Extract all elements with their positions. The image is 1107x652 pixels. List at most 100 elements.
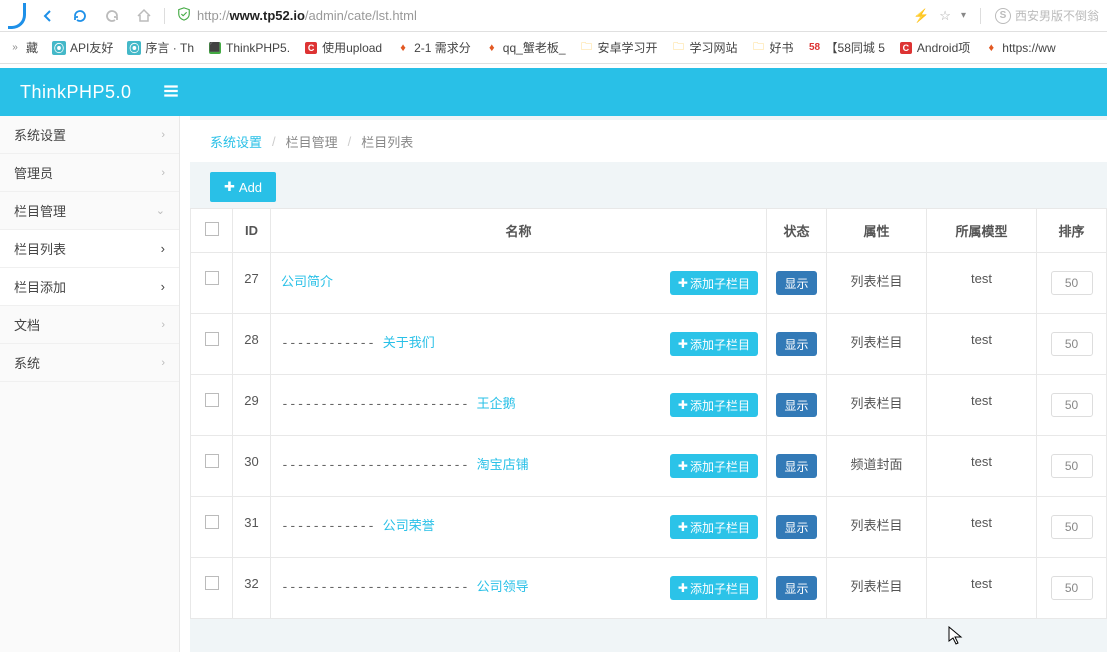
bookmark-icon: 58 — [808, 41, 822, 55]
bookmark-label: qq_蟹老板_ — [503, 39, 566, 56]
plus-icon: ✚ — [678, 398, 688, 412]
back-button[interactable] — [36, 4, 60, 28]
bookmark-item[interactable]: CAndroid项 — [899, 39, 970, 56]
bookmark-icon: ♦ — [485, 41, 499, 55]
content-area: 系统设置 / 栏目管理 / 栏目列表 ✚Add ID 名称 状态 属性 所属模型 — [190, 116, 1107, 652]
bookmark-item[interactable]: ⬛ThinkPHP5. — [208, 41, 290, 55]
menu-toggle-button[interactable] — [162, 82, 180, 103]
state-button[interactable]: 显示 — [776, 332, 816, 356]
add-button[interactable]: ✚Add — [210, 172, 276, 202]
chevron-icon: › — [161, 241, 165, 256]
bookmark-label: 使用upload — [322, 39, 382, 56]
bookmark-item[interactable]: ♦2-1 需求分 — [396, 39, 471, 56]
breadcrumb-sep: / — [348, 134, 352, 149]
bookmark-item[interactable]: ♦ qq_蟹老板_ — [485, 39, 566, 56]
state-button[interactable]: 显示 — [776, 576, 816, 600]
add-subcategory-button[interactable]: ✚添加子栏目 — [670, 271, 758, 295]
bookmark-item[interactable]: »藏 — [8, 39, 38, 56]
sort-input[interactable] — [1051, 271, 1093, 295]
bookmark-item[interactable]: 58【58同城 5 — [808, 39, 885, 56]
breadcrumb-root[interactable]: 系统设置 — [210, 132, 262, 151]
col-name: 名称 — [271, 209, 767, 253]
add-subcategory-button[interactable]: ✚添加子栏目 — [670, 576, 758, 600]
plus-icon: ✚ — [678, 276, 688, 290]
row-name-link[interactable]: 淘宝店铺 — [477, 457, 529, 472]
row-name-link[interactable]: 公司领导 — [477, 579, 529, 594]
bookmark-label: https://ww — [1002, 41, 1055, 55]
row-checkbox[interactable] — [205, 393, 219, 407]
row-checkbox[interactable] — [205, 271, 219, 285]
sidebar-item-label: 系统 — [14, 353, 40, 372]
undo-button[interactable] — [100, 4, 124, 28]
row-id: 28 — [233, 314, 271, 375]
checkbox-all[interactable] — [205, 222, 219, 236]
sidebar-item[interactable]: 栏目管理⌄ — [0, 192, 179, 230]
bookmark-icon: ⦿ — [127, 41, 141, 55]
sort-input[interactable] — [1051, 515, 1093, 539]
breadcrumb-mid: 栏目管理 — [286, 132, 338, 151]
add-subcategory-button[interactable]: ✚添加子栏目 — [670, 393, 758, 417]
row-checkbox[interactable] — [205, 454, 219, 468]
row-id: 31 — [233, 497, 271, 558]
reload-button[interactable] — [68, 4, 92, 28]
state-button[interactable]: 显示 — [776, 515, 816, 539]
row-checkbox[interactable] — [205, 576, 219, 590]
url-bar[interactable]: http://www.tp52.io/admin/cate/lst.html — [177, 4, 905, 28]
add-subcategory-button[interactable]: ✚添加子栏目 — [670, 454, 758, 478]
sidebar-item-label: 文档 — [14, 315, 40, 334]
sidebar-subitem-label: 栏目添加 — [14, 277, 66, 296]
breadcrumb-leaf: 栏目列表 — [361, 132, 413, 151]
bookmark-icon: ⦿ — [52, 41, 66, 55]
row-name-link[interactable]: 公司简介 — [281, 274, 333, 289]
sidebar-subitem[interactable]: 栏目添加› — [0, 268, 179, 306]
row-name-link[interactable]: 关于我们 — [383, 335, 435, 350]
bookmark-item[interactable]: ⦿API友好 — [52, 39, 113, 56]
sort-input[interactable] — [1051, 393, 1093, 417]
row-id: 30 — [233, 436, 271, 497]
sort-input[interactable] — [1051, 332, 1093, 356]
plus-icon: ✚ — [678, 459, 688, 473]
search-engine[interactable]: S 西安男版不倒翁 — [995, 7, 1099, 24]
plus-icon: ✚ — [678, 337, 688, 351]
breadcrumb-sep: / — [272, 134, 276, 149]
sidebar-item[interactable]: 系统设置› — [0, 116, 179, 154]
row-model: test — [927, 558, 1037, 619]
star-icon[interactable]: ☆ — [939, 8, 951, 24]
row-checkbox[interactable] — [205, 515, 219, 529]
bookmark-item[interactable]: ♦https://ww — [984, 41, 1055, 55]
sort-input[interactable] — [1051, 454, 1093, 478]
add-subcategory-button[interactable]: ✚添加子栏目 — [670, 515, 758, 539]
state-button[interactable]: 显示 — [776, 393, 816, 417]
home-button[interactable] — [132, 4, 156, 28]
row-name-link[interactable]: 王企鹅 — [477, 396, 516, 411]
sidebar-subitem[interactable]: 栏目列表› — [0, 230, 179, 268]
plus-icon: ✚ — [678, 581, 688, 595]
chevron-down-icon[interactable]: ▾ — [961, 10, 966, 21]
state-button[interactable]: 显示 — [776, 454, 816, 478]
state-button[interactable]: 显示 — [776, 271, 816, 295]
col-state: 状态 — [767, 209, 827, 253]
flash-icon[interactable]: ⚡ — [913, 8, 929, 24]
bookmark-item[interactable]: 🗀学习网站 — [672, 39, 738, 56]
chevron-icon: › — [161, 357, 165, 369]
bookmark-item[interactable]: C使用upload — [304, 39, 382, 56]
row-attr: 列表栏目 — [827, 497, 927, 558]
row-model: test — [927, 497, 1037, 558]
divider — [980, 8, 981, 24]
sidebar-item[interactable]: 管理员› — [0, 154, 179, 192]
shield-icon — [177, 7, 191, 24]
row-model: test — [927, 436, 1037, 497]
bookmark-item[interactable]: 🗀安卓学习开 — [580, 39, 658, 56]
bookmark-label: ThinkPHP5. — [226, 41, 290, 55]
bookmark-item[interactable]: 🗀好书 — [752, 39, 794, 56]
row-name-link[interactable]: 公司荣誉 — [383, 518, 435, 533]
sidebar-item[interactable]: 文档› — [0, 306, 179, 344]
sidebar-item[interactable]: 系统 › — [0, 344, 179, 382]
bookmark-item[interactable]: ⦿序言 · Th — [127, 39, 194, 56]
row-checkbox[interactable] — [205, 332, 219, 346]
row-id: 32 — [233, 558, 271, 619]
add-subcategory-button[interactable]: ✚添加子栏目 — [670, 332, 758, 356]
table-row: 27 公司简介 ✚添加子栏目 显示 列表栏目 test — [191, 253, 1107, 314]
row-id: 29 — [233, 375, 271, 436]
sort-input[interactable] — [1051, 576, 1093, 600]
